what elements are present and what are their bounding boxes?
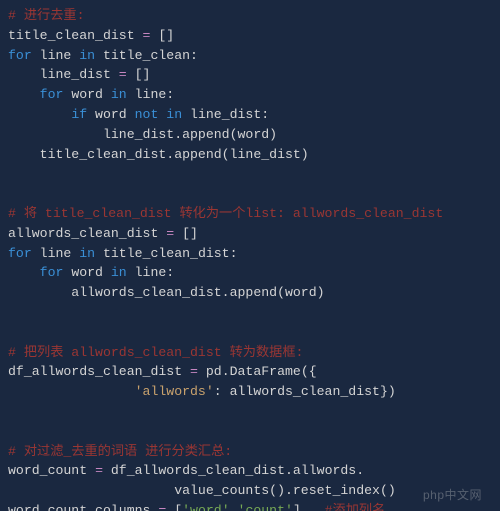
code-token: # 将 title_clean_dist 转化为一个list: allwords… bbox=[8, 206, 443, 221]
code-token: if bbox=[71, 107, 87, 122]
code-token: word_count.columns bbox=[8, 503, 158, 511]
code-token: word_count bbox=[8, 463, 95, 478]
code-token: title_clean_dist: bbox=[95, 246, 237, 261]
code-token: line: bbox=[127, 87, 174, 102]
code-token: allwords_clean_dist bbox=[8, 226, 166, 241]
code-token: line_dist: bbox=[182, 107, 269, 122]
code-token: 'allwords' bbox=[135, 384, 214, 399]
code-token: = bbox=[95, 463, 103, 478]
code-token: 'count' bbox=[238, 503, 293, 511]
code-token bbox=[8, 107, 71, 122]
code-token: line bbox=[32, 246, 79, 261]
code-token: title_clean_dist bbox=[8, 28, 143, 43]
code-token: [] bbox=[150, 28, 174, 43]
code-token: word bbox=[63, 87, 110, 102]
code-token: pd.DataFrame({ bbox=[198, 364, 317, 379]
code-token: title_clean: bbox=[95, 48, 198, 63]
code-block: # 进行去重: title_clean_dist = [] for line i… bbox=[0, 0, 500, 511]
code-token: : allwords_clean_dist}) bbox=[214, 384, 396, 399]
code-token bbox=[8, 265, 40, 280]
code-token: in bbox=[111, 87, 127, 102]
code-token: for bbox=[40, 87, 64, 102]
code-token: title_clean_dist.append(line_dist) bbox=[8, 147, 309, 162]
code-token: word bbox=[63, 265, 110, 280]
code-token: = bbox=[119, 67, 127, 82]
code-token: df_allwords_clean_dist.allwords. bbox=[103, 463, 364, 478]
code-token: in bbox=[79, 246, 95, 261]
code-token: for bbox=[8, 246, 32, 261]
code-token: line bbox=[32, 48, 79, 63]
code-token: word bbox=[87, 107, 134, 122]
code-token: # 把列表 allwords_clean_dist 转为数据框: bbox=[8, 345, 303, 360]
code-token bbox=[8, 87, 40, 102]
code-token: for bbox=[8, 48, 32, 63]
code-token: line_dist.append(word) bbox=[8, 127, 277, 142]
code-token: in bbox=[166, 107, 182, 122]
code-token: [] bbox=[174, 226, 198, 241]
code-token: in bbox=[111, 265, 127, 280]
code-token: # 对过滤_去重的词语 进行分类汇总: bbox=[8, 444, 232, 459]
code-token: [] bbox=[127, 67, 151, 82]
code-token: = bbox=[166, 226, 174, 241]
code-token: [ bbox=[166, 503, 182, 511]
code-token: line: bbox=[127, 265, 174, 280]
code-token: #添加列名 bbox=[325, 503, 386, 511]
code-token: 'word' bbox=[182, 503, 229, 511]
code-token: ] bbox=[293, 503, 325, 511]
code-token: value_counts().reset_index() bbox=[8, 483, 396, 498]
code-token: in bbox=[79, 48, 95, 63]
code-token bbox=[8, 384, 135, 399]
code-token: not bbox=[135, 107, 159, 122]
code-token: , bbox=[230, 503, 238, 511]
code-token: # 进行去重: bbox=[8, 8, 85, 23]
code-token: = bbox=[190, 364, 198, 379]
code-token: for bbox=[40, 265, 64, 280]
code-token: allwords_clean_dist.append(word) bbox=[8, 285, 325, 300]
code-token: df_allwords_clean_dist bbox=[8, 364, 190, 379]
code-token: line_dist bbox=[8, 67, 119, 82]
